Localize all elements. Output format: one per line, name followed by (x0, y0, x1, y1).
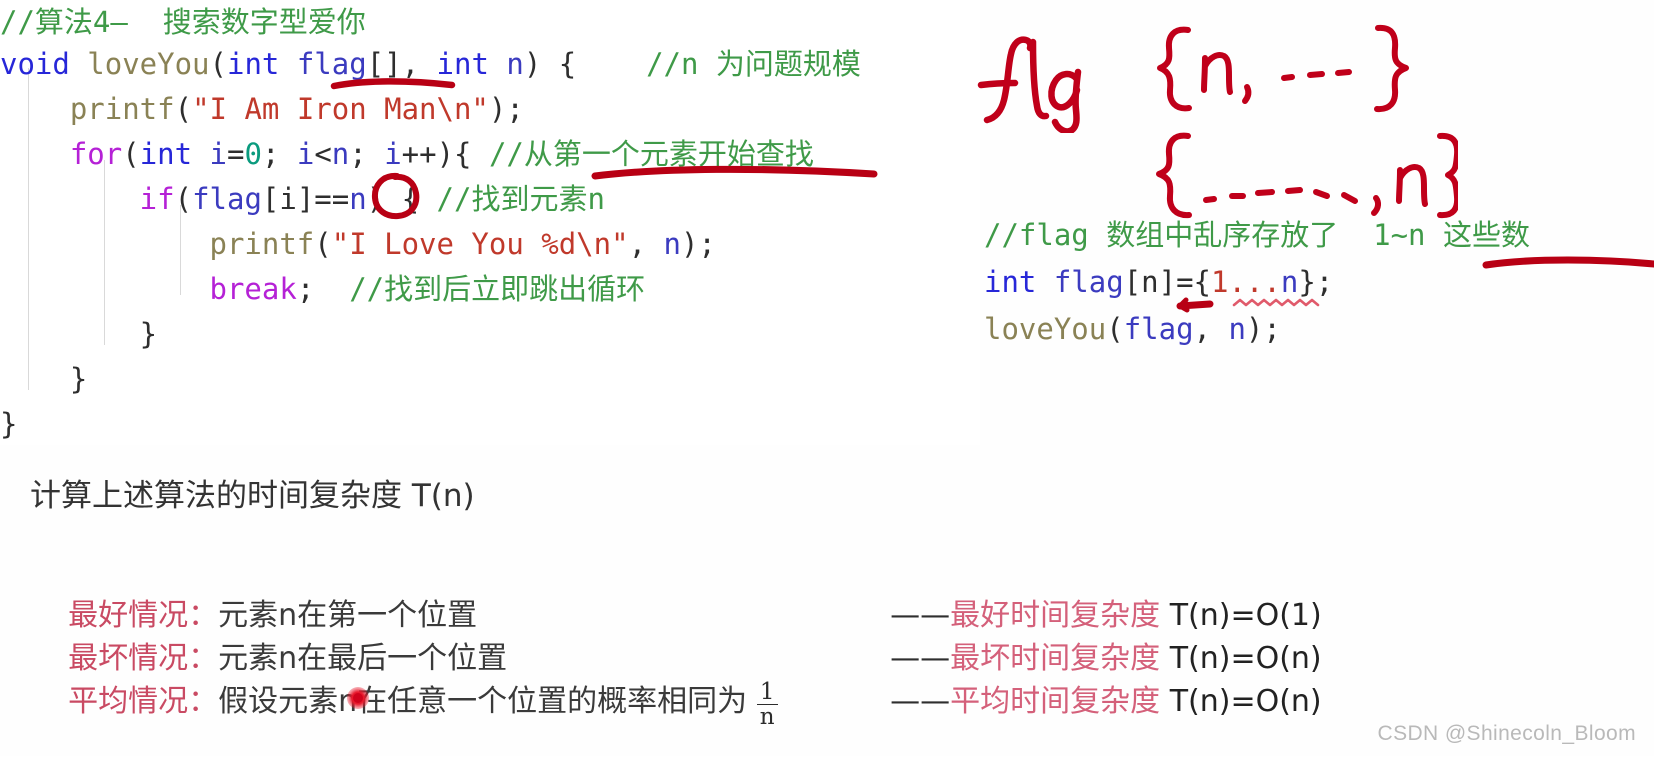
code-token: int (984, 265, 1037, 299)
code-line-l5: if(flag[i]==n) { //找到元素n (0, 177, 605, 222)
code-token: int (139, 137, 193, 171)
handwritten-set-best-case (1157, 24, 1409, 113)
code-token: 1... (1211, 265, 1281, 299)
code-token: n (331, 137, 350, 171)
code-token: ) { (523, 47, 577, 81)
code-token: ( (314, 227, 332, 261)
handwritten-flag-label (977, 36, 1082, 133)
case-label-average: 平均情况： (68, 684, 219, 719)
fraction-denominator: n (756, 703, 778, 729)
code-token: printf (0, 227, 315, 261)
code-token: loveYou (984, 312, 1107, 346)
code-token: ++){ (401, 137, 489, 171)
code-token: ); (1245, 312, 1281, 346)
code-token: ); (680, 227, 716, 261)
code-token: [n]={ (1123, 265, 1212, 299)
code-line-l7: break; //找到后立即跳出循环 (0, 267, 646, 312)
code-line-l10: } (0, 402, 17, 447)
code-token: ) { (366, 182, 437, 216)
code-line-r2: int flag[n]={1...n}; (984, 259, 1333, 306)
code-line-l4: for(int i=0; i<n; i++){ //从第一个元素开始查找 (0, 132, 814, 177)
conclusion-formula-average: T(n)=O(n) (1160, 684, 1322, 719)
code-token: //flag 数组中乱序存放了 1~n 这些数 (984, 218, 1530, 252)
code-token: } (0, 317, 158, 351)
code-line-l3: printf("I Am Iron Man\n"); (0, 87, 524, 132)
code-token: , (628, 227, 664, 261)
code-line-l9: } (0, 357, 87, 402)
code-line-l8: } (0, 312, 157, 357)
code-token: n (1228, 312, 1246, 346)
code-token: }; (1298, 265, 1334, 299)
code-token: //算法4— 搜索数字型爱你 (0, 5, 366, 39)
code-token: , (1193, 312, 1229, 346)
code-line-l6: printf("I Love You %d\n", n); (0, 222, 716, 267)
cursor-core (353, 693, 363, 703)
code-token: //找到后立即跳出循环 (349, 272, 646, 306)
code-token: flag (1123, 312, 1194, 346)
code-token: void (0, 47, 70, 81)
case-row-average: 平均情况：假设元素n在任意一个位置的概率相同为 1n (30, 641, 778, 764)
code-editor-pane: //算法4— 搜索数字型爱你 void loveYou(int flag[], i… (0, 0, 980, 445)
code-token: [], (366, 47, 437, 81)
code-token: printf (0, 92, 175, 126)
code-token: int (436, 47, 489, 81)
code-line-l1: //算法4— 搜索数字型爱你 (0, 0, 366, 45)
code-token: } (0, 407, 18, 441)
code-token: //找到元素n (436, 182, 605, 216)
question-line: 计算上述算法的时间复杂度 T(n) (30, 478, 475, 514)
code-token: n (663, 227, 681, 261)
code-token: break (0, 272, 297, 306)
code-token: //n 为问题规模 (576, 47, 861, 81)
code-token: "I Love You %d\n" (331, 227, 629, 261)
code-line-r1: //flag 数组中乱序存放了 1~n 这些数 (984, 212, 1530, 259)
code-token: ( (174, 182, 193, 216)
code-token: ; (296, 272, 350, 306)
code-token: for (0, 137, 123, 171)
code-token: ; (349, 137, 385, 171)
csdn-watermark: CSDN @Shinecoln_Bloom (1377, 722, 1636, 745)
code-token: loveYou (69, 47, 210, 81)
case-body-average: 假设元素n在任意一个位置的概率相同为 (218, 684, 757, 719)
code-token: = (227, 137, 245, 171)
code-token: ; (261, 137, 297, 171)
right-code-pane: //flag 数组中乱序存放了 1~n 这些数 int flag[n]={1...… (984, 212, 1654, 353)
code-token: 0 (244, 137, 262, 171)
red-cursor-dot (347, 687, 369, 709)
code-token: n (1280, 265, 1299, 299)
fraction-numerator: 1 (759, 678, 775, 705)
code-line-l2: void loveYou(int flag[], int n) { //n 为问… (0, 42, 861, 87)
conclusion-label-average: 平均时间复杂度 (950, 684, 1161, 719)
code-token: flag (279, 47, 367, 81)
code-token: ( (174, 92, 193, 126)
code-token: ( (209, 47, 227, 81)
code-token: int (227, 47, 280, 81)
code-token: n (488, 47, 524, 81)
code-token: [i]== (261, 182, 350, 216)
code-token: } (0, 362, 88, 396)
code-line-r3: loveYou(flag, n); (984, 306, 1281, 353)
code-token: ( (1106, 312, 1124, 346)
code-token: < (314, 137, 332, 171)
code-token: i (296, 137, 315, 171)
code-token: ( (122, 137, 140, 171)
fraction-one-over-n: 1n (756, 678, 778, 729)
code-token: ); (488, 92, 524, 126)
conclusion-row-average: ——平均时间复杂度 T(n)=O(n) (852, 641, 1322, 755)
code-token: i (384, 137, 402, 171)
handwritten-set-worst-case (1156, 132, 1458, 219)
code-token: flag (1036, 265, 1124, 299)
code-token: n (349, 182, 367, 216)
code-token: if (0, 182, 175, 216)
code-token: flag (192, 182, 262, 216)
code-token: i (192, 137, 227, 171)
code-token: "I Am Iron Man\n" (192, 92, 489, 126)
conclusion-dash-average: —— (890, 684, 951, 719)
code-token: //从第一个元素开始查找 (488, 137, 814, 171)
